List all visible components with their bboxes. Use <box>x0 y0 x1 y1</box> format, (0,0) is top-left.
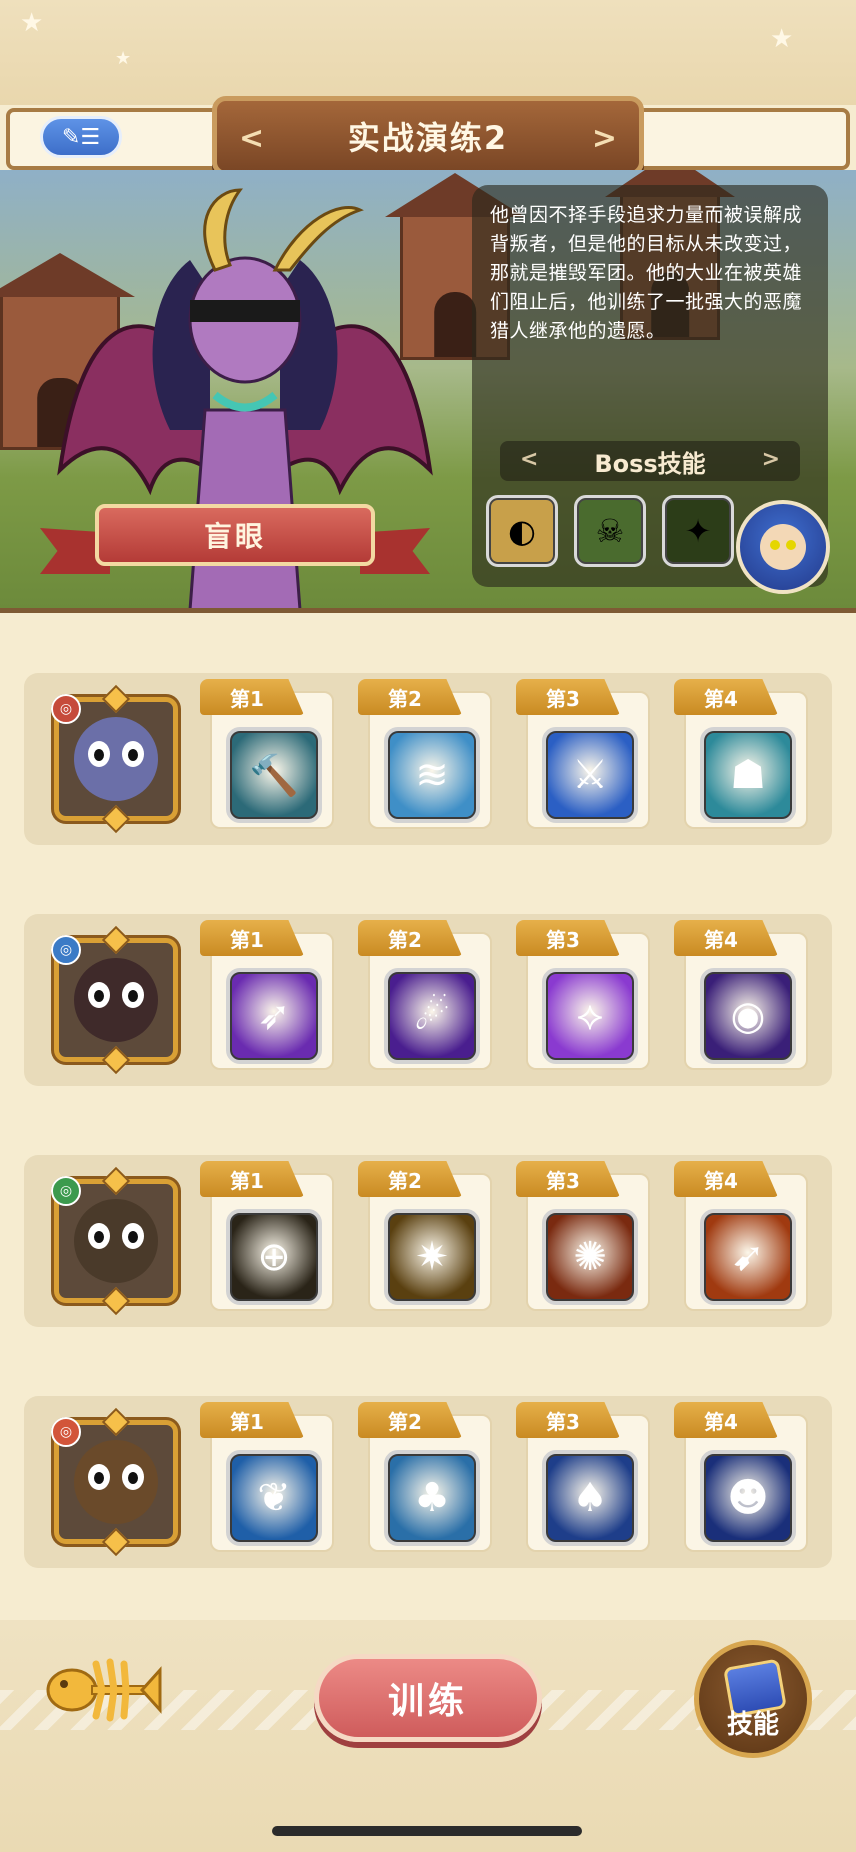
green-leaf-skill-icon[interactable]: ❦ <box>226 1450 322 1546</box>
skill-slot[interactable]: 第1 🔨 <box>200 679 334 829</box>
skill-slot[interactable]: 第2 ≋ <box>358 679 492 829</box>
hammer-skill-icon[interactable]: 🔨 <box>226 727 322 823</box>
skill-slot[interactable]: 第1 ➶ <box>200 920 334 1070</box>
page-title: 实战演练2 <box>347 119 509 157</box>
faction-icon: ◎ <box>51 694 81 724</box>
rank-tag: 第1 <box>200 1161 304 1197</box>
skill-slot[interactable]: 第3 ⟡ <box>516 920 650 1070</box>
tree-spirit-hero-icon[interactable]: ◎ <box>51 1407 178 1557</box>
app-root: ★ ★ ★ ✎☰ < 实战演练2 > 他曾因不择手段追求力量而被误解成背叛者，但… <box>0 0 856 1852</box>
skill-slot[interactable]: 第2 ♣ <box>358 1402 492 1552</box>
faction-icon: ◎ <box>51 1417 81 1447</box>
hero-row: ◎ 第1 ➶ 第2 ☄ 第3 ⟡ 第4 ◉ <box>24 914 832 1086</box>
home-indicator[interactable] <box>272 1826 582 1836</box>
purple-arrows-skill-icon[interactable]: ➶ <box>226 968 322 1064</box>
hero-row: ◎ 第1 🔨 第2 ≋ 第3 ⚔ 第4 ☗ <box>24 673 832 845</box>
fishbone-button[interactable] <box>44 1650 164 1730</box>
swirl-left-icon: < <box>239 121 265 156</box>
faction-icon: ◎ <box>51 1176 81 1206</box>
skill-slot[interactable]: 第4 ☻ <box>674 1402 808 1552</box>
rank-tag: 第2 <box>358 1161 462 1197</box>
rank-tag: 第4 <box>674 679 778 715</box>
eye-crystal-skill-icon[interactable]: ◉ <box>700 968 796 1064</box>
back-button[interactable]: ✎☰ <box>40 116 122 158</box>
rank-tag: 第4 <box>674 920 778 956</box>
rank-tag: 第2 <box>358 679 462 715</box>
ice-slash-skill-icon[interactable]: ⚔ <box>542 727 638 823</box>
boss-name-ribbon: 盲眼 <box>40 498 430 582</box>
comet-skill-icon[interactable]: ☄ <box>384 968 480 1064</box>
rank-tag: 第1 <box>200 920 304 956</box>
hero-row: ◎ 第1 ❦ 第2 ♣ 第3 ♠ 第4 ☻ <box>24 1396 832 1568</box>
faction-icon: ◎ <box>51 935 81 965</box>
swirl-right-icon: > <box>591 121 617 156</box>
skill-slot[interactable]: 第1 ❦ <box>200 1402 334 1552</box>
skill-slot[interactable]: 第4 ☗ <box>674 679 808 829</box>
rank-tag: 第4 <box>674 1161 778 1197</box>
skills-button-label: 技能 <box>726 1710 779 1740</box>
target-reticle-skill-icon[interactable]: ⊕ <box>226 1209 322 1305</box>
arcane-blade-skill-icon[interactable]: ⟡ <box>542 968 638 1064</box>
top-decoration: ★ ★ ★ <box>0 0 856 105</box>
green-skull-skill-icon[interactable]: ☠ <box>574 495 646 567</box>
skill-slot[interactable]: 第3 ✺ <box>516 1161 650 1311</box>
shadow-beast-skill-icon[interactable]: ☗ <box>700 727 796 823</box>
skill-slot[interactable]: 第2 ☄ <box>358 920 492 1070</box>
rank-tag: 第4 <box>674 1402 778 1438</box>
blue-fish-warrior-hero-icon[interactable]: ◎ <box>51 1166 178 1316</box>
golden-burst-skill-icon[interactable]: ✷ <box>384 1209 480 1305</box>
star-icon: ★ <box>770 24 794 54</box>
skill-slot[interactable]: 第3 ⚔ <box>516 679 650 829</box>
train-button[interactable]: 训练 <box>314 1654 542 1742</box>
rank-tag: 第2 <box>358 920 462 956</box>
boss-skills-header: < Boss技能 > <box>500 441 800 481</box>
golden-mask-skill-icon[interactable]: ◐ <box>486 495 558 567</box>
hero-row: ◎ 第1 ⊕ 第2 ✷ 第3 ✺ 第4 ➹ <box>24 1155 832 1327</box>
skill-slot[interactable]: 第3 ♠ <box>516 1402 650 1552</box>
splash-skill-icon[interactable]: ≋ <box>384 727 480 823</box>
autumn-tree-skill-icon[interactable]: ♠ <box>542 1450 638 1546</box>
scene-divider <box>0 608 856 642</box>
armored-penguin-hero-icon[interactable]: ◎ <box>51 684 178 834</box>
arrow-left-icon: < <box>520 447 539 472</box>
rank-tag: 第3 <box>516 920 620 956</box>
rank-tag: 第3 <box>516 1402 620 1438</box>
skill-slot[interactable]: 第1 ⊕ <box>200 1161 334 1311</box>
arrow-right-icon: > <box>761 447 780 472</box>
green-flame-skill-icon[interactable]: ✦ <box>662 495 734 567</box>
rank-tag: 第3 <box>516 1161 620 1197</box>
skill-slot[interactable]: 第2 ✷ <box>358 1161 492 1311</box>
title-plaque: < 实战演练2 > <box>212 96 644 176</box>
back-icon: ✎☰ <box>61 124 101 150</box>
boss-skills-title: Boss技能 <box>594 449 706 478</box>
bandaged-skull-hero-icon[interactable]: ◎ <box>51 925 178 1075</box>
rank-tag: 第2 <box>358 1402 462 1438</box>
boss-description: 他曾因不择手段追求力量而被误解成背叛者，但是他的目标从未改变过，那就是摧毁军团。… <box>490 204 803 342</box>
rank-tag: 第1 <box>200 1402 304 1438</box>
star-icon: ★ <box>115 48 132 69</box>
rank-tag: 第1 <box>200 679 304 715</box>
skill-slot[interactable]: 第4 ◉ <box>674 920 808 1070</box>
fire-vortex-skill-icon[interactable]: ✺ <box>542 1209 638 1305</box>
fishbone-icon <box>46 1658 162 1722</box>
star-icon: ★ <box>20 8 44 38</box>
rank-tag: 第3 <box>516 679 620 715</box>
treant-skill-icon[interactable]: ♣ <box>384 1450 480 1546</box>
boss-name: 盲眼 <box>203 520 266 553</box>
skill-slot[interactable]: 第4 ➹ <box>674 1161 808 1311</box>
dark-totem-skill-icon[interactable]: ☻ <box>700 1450 796 1546</box>
helper-avatar[interactable] <box>736 500 830 594</box>
flaming-spear-skill-icon[interactable]: ➹ <box>700 1209 796 1305</box>
skills-button[interactable]: 技能 <box>694 1640 812 1758</box>
